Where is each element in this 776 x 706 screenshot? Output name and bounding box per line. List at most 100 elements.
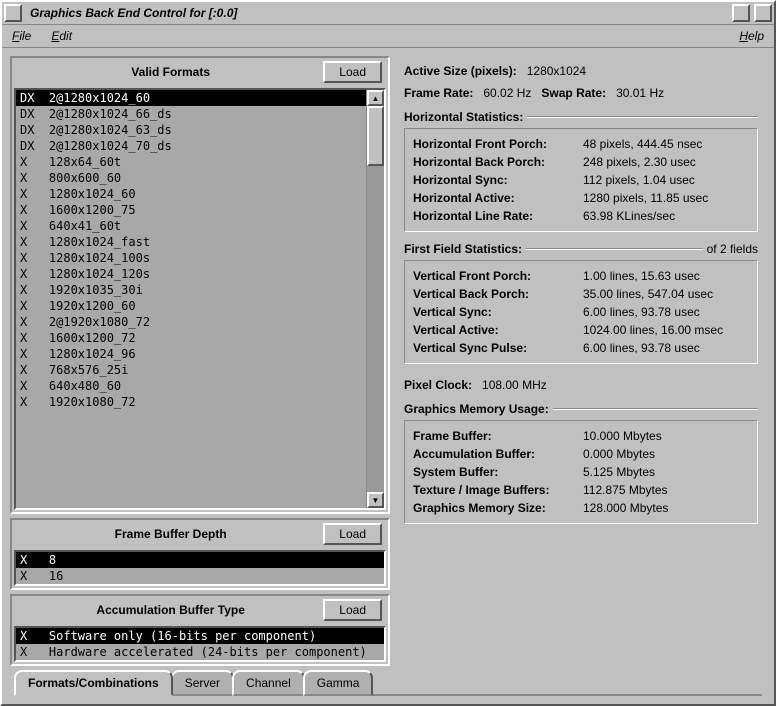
list-item[interactable]: X 640x41_60t: [16, 218, 366, 234]
divider: [526, 248, 703, 250]
menu-edit[interactable]: Edit: [51, 29, 72, 43]
depth-listbox[interactable]: X 8X 16: [16, 552, 384, 584]
menu-spacer: [92, 29, 719, 43]
divider: [527, 116, 758, 118]
list-item[interactable]: DX 2@1280x1024_60: [16, 90, 366, 106]
stat-value: 35.00 lines, 547.04 usec: [583, 287, 749, 301]
list-item[interactable]: X 8: [16, 552, 384, 568]
frame-buffer-depth-section: Frame Buffer Depth Load X 8X 16: [10, 518, 390, 590]
active-size-label: Active Size (pixels):: [404, 64, 517, 78]
formats-load-button[interactable]: Load: [323, 61, 382, 83]
minimize-button[interactable]: [732, 4, 750, 22]
list-item[interactable]: X 1600x1200_75: [16, 202, 366, 218]
stat-row: Horizontal Sync:112 pixels, 1.04 usec: [413, 171, 749, 189]
scroll-down-icon[interactable]: ▼: [367, 492, 384, 508]
list-item[interactable]: X 1280x1024_fast: [16, 234, 366, 250]
first-field-statistics-group: Vertical Front Porch:1.00 lines, 15.63 u…: [404, 260, 758, 364]
stat-value: 63.98 KLines/sec: [583, 209, 749, 223]
stat-label: Vertical Sync Pulse:: [413, 341, 583, 355]
active-size-row: Active Size (pixels): 1280x1024: [404, 60, 758, 82]
tab-server[interactable]: Server: [171, 670, 234, 696]
stat-label: Horizontal Front Porch:: [413, 137, 583, 151]
tabs-row: Formats/Combinations Server Channel Gamm…: [10, 670, 766, 696]
stat-row: Horizontal Active:1280 pixels, 11.85 use…: [413, 189, 749, 207]
stat-value: 1280 pixels, 11.85 usec: [583, 191, 749, 205]
menu-help[interactable]: Help: [739, 29, 764, 43]
formats-header: Valid Formats Load: [12, 58, 388, 86]
list-item[interactable]: X 1600x1200_72: [16, 330, 366, 346]
stat-value: 128.000 Mbytes: [583, 501, 749, 515]
stat-value: 5.125 Mbytes: [583, 465, 749, 479]
list-item[interactable]: DX 2@1280x1024_70_ds: [16, 138, 366, 154]
list-item[interactable]: X 1280x1024_100s: [16, 250, 366, 266]
pixel-clock-label: Pixel Clock:: [404, 378, 472, 392]
list-item[interactable]: X Hardware accelerated (24-bits per comp…: [16, 644, 384, 660]
scroll-up-icon[interactable]: ▲: [367, 90, 384, 106]
stat-row: Vertical Sync:6.00 lines, 93.78 usec: [413, 303, 749, 321]
list-item[interactable]: DX 2@1280x1024_66_ds: [16, 106, 366, 122]
scroll-thumb[interactable]: [367, 106, 384, 166]
list-item[interactable]: X 800x600_60: [16, 170, 366, 186]
list-item[interactable]: X 640x480_60: [16, 378, 366, 394]
scroll-track[interactable]: [367, 106, 384, 492]
swap-rate-value: 30.01 Hz: [616, 86, 664, 100]
stat-label: Accumulation Buffer:: [413, 447, 583, 461]
maximize-button[interactable]: [754, 4, 772, 22]
tab-gamma[interactable]: Gamma: [303, 670, 374, 696]
list-item[interactable]: X 128x64_60t: [16, 154, 366, 170]
accum-listbox[interactable]: X Software only (16-bits per component)X…: [16, 628, 384, 660]
main-row: Valid Formats Load DX 2@1280x1024_60DX 2…: [10, 56, 766, 666]
list-item[interactable]: X Software only (16-bits per component): [16, 628, 384, 644]
frame-rate-label: Frame Rate:: [404, 86, 473, 100]
stat-value: 1.00 lines, 15.63 usec: [583, 269, 749, 283]
stat-value: 112 pixels, 1.04 usec: [583, 173, 749, 187]
list-item[interactable]: X 1920x1035_30i: [16, 282, 366, 298]
horizontal-statistics-group: Horizontal Front Porch:48 pixels, 444.45…: [404, 128, 758, 232]
stat-label: Vertical Back Porch:: [413, 287, 583, 301]
stat-label: Horizontal Line Rate:: [413, 209, 583, 223]
stat-row: System Buffer:5.125 Mbytes: [413, 463, 749, 481]
menubar: File Edit Help: [2, 25, 774, 48]
graphics-memory-group: Frame Buffer:10.000 MbytesAccumulation B…: [404, 420, 758, 524]
formats-scrollbar[interactable]: ▲ ▼: [366, 90, 384, 508]
tab-channel[interactable]: Channel: [232, 670, 305, 696]
depth-header: Frame Buffer Depth Load: [12, 520, 388, 548]
accum-title: Accumulation Buffer Type: [18, 603, 323, 617]
list-item[interactable]: X 16: [16, 568, 384, 584]
stat-label: Horizontal Sync:: [413, 173, 583, 187]
formats-listbox[interactable]: DX 2@1280x1024_60DX 2@1280x1024_66_dsDX …: [16, 90, 366, 508]
hstats-title: Horizontal Statistics:: [404, 110, 523, 124]
stat-value: 0.000 Mbytes: [583, 447, 749, 461]
window-menu-button[interactable]: [4, 4, 22, 22]
stat-value: 248 pixels, 2.30 usec: [583, 155, 749, 169]
list-item[interactable]: X 1920x1080_72: [16, 394, 366, 410]
list-item[interactable]: X 1280x1024_96: [16, 346, 366, 362]
list-item[interactable]: X 1280x1024_120s: [16, 266, 366, 282]
formats-title: Valid Formats: [18, 65, 323, 79]
hstats-title-row: Horizontal Statistics:: [404, 110, 758, 124]
list-item[interactable]: X 1280x1024_60: [16, 186, 366, 202]
list-item[interactable]: X 768x576_25i: [16, 362, 366, 378]
depth-load-button[interactable]: Load: [323, 523, 382, 545]
stat-value: 48 pixels, 444.45 nsec: [583, 137, 749, 151]
app-window: Graphics Back End Control for [:0.0] Fil…: [0, 0, 776, 706]
stat-value: 6.00 lines, 93.78 usec: [583, 341, 749, 355]
mem-title: Graphics Memory Usage:: [404, 402, 549, 416]
list-item[interactable]: DX 2@1280x1024_63_ds: [16, 122, 366, 138]
list-item[interactable]: X 1920x1200_60: [16, 298, 366, 314]
frame-rate-value: 60.02 Hz: [483, 86, 531, 100]
stat-row: Horizontal Front Porch:48 pixels, 444.45…: [413, 135, 749, 153]
tab-formats-combinations[interactable]: Formats/Combinations: [14, 670, 173, 696]
stat-row: Vertical Back Porch:35.00 lines, 547.04 …: [413, 285, 749, 303]
menu-file[interactable]: File: [12, 29, 31, 43]
pixel-clock-row: Pixel Clock: 108.00 MHz: [404, 374, 758, 396]
pixel-clock-value: 108.00 MHz: [482, 378, 547, 392]
rates-row: Frame Rate: 60.02 Hz Swap Rate: 30.01 Hz: [404, 82, 758, 104]
accumulation-buffer-section: Accumulation Buffer Type Load X Software…: [10, 594, 390, 666]
stat-row: Vertical Active:1024.00 lines, 16.00 mse…: [413, 321, 749, 339]
accum-load-button[interactable]: Load: [323, 599, 382, 621]
list-item[interactable]: X 2@1920x1080_72: [16, 314, 366, 330]
stat-label: Horizontal Active:: [413, 191, 583, 205]
ffstats-extra: of 2 fields: [707, 242, 758, 256]
accum-listbox-wrap: X Software only (16-bits per component)X…: [14, 626, 386, 662]
